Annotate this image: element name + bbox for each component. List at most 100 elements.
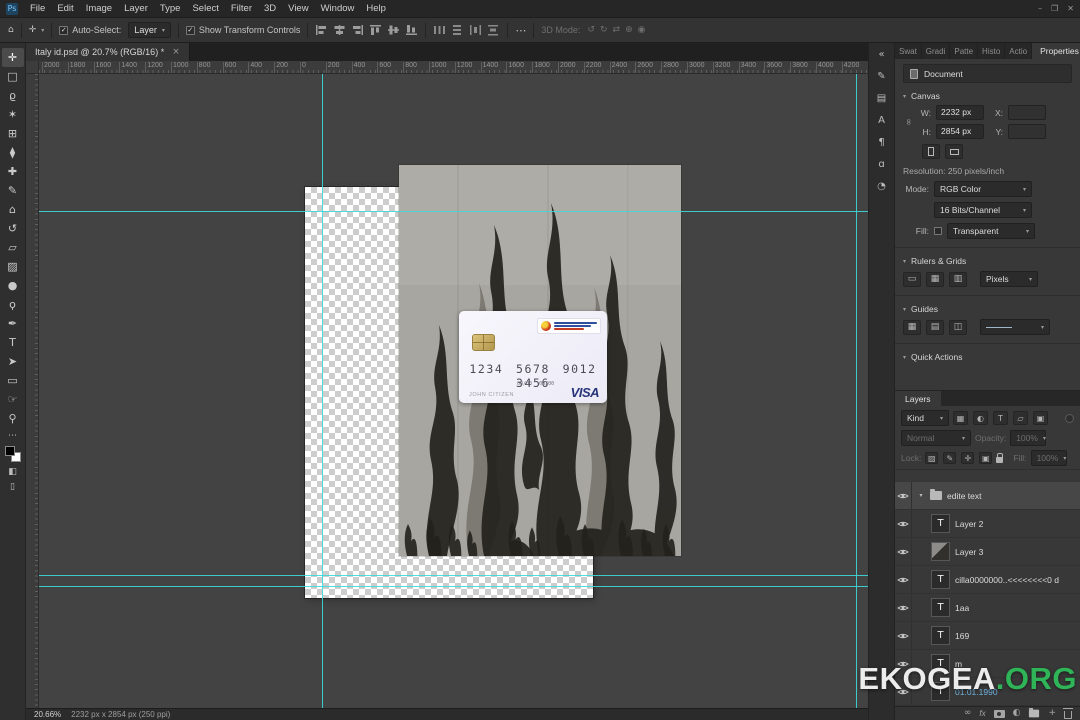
paragraph-panel-icon[interactable]: ¶ [872, 133, 892, 152]
blur-tool[interactable]: ● [2, 276, 24, 295]
portrait-orientation-button[interactable] [922, 144, 940, 159]
tab-patterns[interactable]: Patte [950, 43, 979, 59]
layer-effects-icon[interactable]: fx [979, 709, 985, 718]
color-mode-dropdown[interactable]: RGB Color ▾ [934, 181, 1032, 197]
align-left-icon[interactable] [315, 24, 328, 36]
menu-select[interactable]: Select [186, 3, 224, 14]
tab-layers[interactable]: Layers [895, 391, 941, 406]
link-layers-icon[interactable]: ∞ [964, 709, 972, 718]
ruler-grid-icon-0[interactable]: ▭ [903, 271, 921, 287]
text-layer-thumbnail[interactable]: T [931, 570, 950, 589]
new-layer-icon[interactable]: + [1048, 709, 1056, 718]
image-layer-thumbnail[interactable] [931, 542, 950, 561]
edit-toolbar-icon[interactable]: ⋯ [8, 431, 17, 441]
layer-row[interactable]: T 1aa [895, 594, 1080, 622]
quick-selection-tool[interactable]: ✶ [2, 105, 24, 124]
layer-name[interactable]: cilla0000000..<<<<<<<<0 d [955, 575, 1059, 585]
layer-row[interactable]: T Layer 2 [895, 510, 1080, 538]
pen-tool[interactable]: ✒ [2, 314, 24, 333]
layer-filter-icon-2[interactable]: T [993, 411, 1008, 425]
add-mask-icon[interactable] [993, 709, 1005, 718]
menu-type[interactable]: Type [154, 3, 187, 14]
lasso-tool[interactable]: ϱ [2, 86, 24, 105]
menu-file[interactable]: File [24, 3, 51, 14]
brush-settings-icon[interactable]: ✎ [872, 67, 892, 86]
layer-name[interactable]: 169 [955, 631, 969, 641]
fill-dropdown[interactable]: Transparent ▾ [947, 223, 1035, 239]
vertical-ruler[interactable] [26, 61, 39, 708]
align-bottom-icon[interactable] [405, 24, 418, 36]
visibility-eye-icon[interactable] [895, 510, 912, 537]
app-logo-icon[interactable]: Ps [6, 2, 18, 15]
foreground-background-swatches[interactable] [4, 446, 21, 462]
lock-icon-0[interactable]: ▨ [925, 452, 939, 464]
align-middle-vertical-icon[interactable] [387, 24, 400, 36]
visibility-eye-icon[interactable] [895, 594, 912, 621]
visibility-eye-icon[interactable] [895, 538, 912, 565]
distribute-spacing-horizontal-icon[interactable] [469, 24, 482, 36]
layer-name[interactable]: Layer 3 [955, 547, 983, 557]
screen-mode-icon[interactable]: ▯ [10, 482, 15, 492]
menu-image[interactable]: Image [80, 3, 118, 14]
layer-filter-icon-0[interactable]: ▦ [953, 411, 968, 425]
delete-layer-icon[interactable] [1063, 707, 1073, 719]
hand-tool[interactable]: ☞ [2, 390, 24, 409]
auto-select-target-dropdown[interactable]: Layer ▾ [128, 22, 171, 38]
opacity-dropdown[interactable]: 100% ▾ [1010, 430, 1047, 446]
layer-row[interactable]: T 169 [895, 622, 1080, 650]
brush-tool[interactable]: ✎ [2, 181, 24, 200]
filter-toggle-icon[interactable] [1065, 413, 1074, 423]
tab-actions[interactable]: Actio [1005, 43, 1033, 59]
text-layer-thumbnail[interactable]: T [931, 598, 950, 617]
tab-history[interactable]: Histo [978, 43, 1006, 59]
new-group-icon[interactable] [1029, 707, 1040, 718]
crop-tool[interactable]: ⊞ [2, 124, 24, 143]
vertical-guide[interactable] [322, 74, 323, 708]
horizontal-guide[interactable] [39, 575, 868, 576]
group-expand-chevron[interactable]: ▾ [917, 492, 925, 499]
document-tab[interactable]: Italy id.psd @ 20.7% (RGB/16) * × [26, 43, 190, 61]
width-field[interactable]: 2232 px [936, 105, 984, 120]
visibility-eye-icon[interactable] [895, 482, 912, 509]
tab-properties[interactable]: Properties [1032, 43, 1080, 59]
guides-icon-0[interactable]: ▦ [903, 319, 921, 335]
path-selection-tool[interactable]: ➤ [2, 352, 24, 371]
align-center-horizontal-icon[interactable] [333, 24, 346, 36]
horizontal-ruler[interactable]: 2000 1800 1600 1400 1200 1000 800 600 400 200 0 200… [26, 61, 868, 74]
restore-button[interactable]: ❐ [1051, 4, 1058, 13]
visibility-eye-icon[interactable] [895, 622, 912, 649]
history-panel-icon[interactable]: ◔ [872, 177, 892, 196]
type-tool[interactable]: T [2, 333, 24, 352]
align-top-icon[interactable] [369, 24, 382, 36]
adjustment-layer-icon[interactable]: ◐ [1013, 709, 1021, 718]
text-layer-thumbnail[interactable]: T [931, 514, 950, 533]
menu-3d[interactable]: 3D [258, 3, 282, 14]
canvas-area[interactable]: 2000 1800 1600 1400 1200 1000 800 600 400 200 0 200… [26, 61, 868, 708]
character-panel-icon[interactable]: A [872, 111, 892, 130]
align-right-icon[interactable] [351, 24, 364, 36]
clone-stamp-tool[interactable]: ⌂ [2, 200, 24, 219]
properties-target-row[interactable]: Document [903, 64, 1072, 83]
section-guides[interactable]: ▾ Guides [903, 304, 1072, 314]
zoom-level[interactable]: 20.66% [34, 710, 61, 719]
distribute-spacing-vertical-icon[interactable] [487, 24, 500, 36]
layer-filter-kind-dropdown[interactable]: Kind ▾ [901, 410, 949, 426]
minimize-button[interactable]: – [1038, 4, 1042, 13]
landscape-orientation-button[interactable] [945, 144, 963, 159]
vertical-guide[interactable] [856, 74, 857, 708]
options-overflow-icon[interactable]: ⋯ [515, 24, 526, 37]
lock-all-icon[interactable] [996, 453, 1004, 463]
gradient-tool[interactable]: ▨ [2, 257, 24, 276]
height-field[interactable]: 2854 px [936, 124, 984, 139]
units-dropdown[interactable]: Pixels ▾ [980, 271, 1038, 287]
credit-card-layer[interactable]: 1234 5678 9012 3456 00/00 00/00 JOHN CIT… [459, 311, 607, 403]
layer-filter-icon-1[interactable]: ◐ [973, 411, 988, 425]
history-brush-tool[interactable]: ↺ [2, 219, 24, 238]
home-icon[interactable]: ⌂ [8, 25, 14, 35]
distribute-horizontal-icon[interactable] [433, 24, 446, 36]
menu-window[interactable]: Window [315, 3, 361, 14]
layer-row[interactable]: Layer 3 [895, 538, 1080, 566]
close-button[interactable]: ✕ [1067, 4, 1074, 13]
guides-icon-1[interactable]: ▤ [926, 319, 944, 335]
layer-name[interactable]: edite text [947, 491, 982, 501]
